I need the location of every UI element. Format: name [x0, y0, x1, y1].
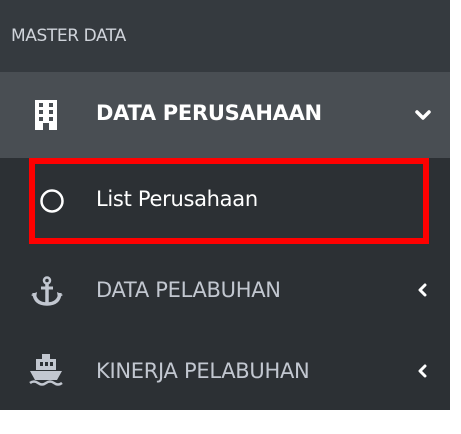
- menu-item-label: DATA PERUSAHAAN: [96, 101, 322, 125]
- ship-icon: [28, 354, 64, 386]
- menu-item-label: KINERJA PELABUHAN: [96, 359, 310, 383]
- menu-item-data-perusahaan[interactable]: DATA PERUSAHAAN: [0, 72, 450, 158]
- anchor-icon: [30, 276, 64, 306]
- sidebar-header-label: MASTER DATA: [11, 26, 126, 46]
- submenu-item-label: List Perusahaan: [96, 187, 258, 211]
- circle-outline-icon: [38, 187, 66, 215]
- menu-item-label: DATA PELABUHAN: [96, 278, 281, 302]
- sidebar: MASTER DATA DATA PERUSAHAAN List Perusah…: [0, 0, 450, 410]
- sidebar-header: MASTER DATA: [0, 0, 450, 72]
- chevron-left-icon[interactable]: [414, 280, 430, 300]
- submenu-item-list-perusahaan[interactable]: List Perusahaan: [0, 158, 450, 244]
- chevron-down-icon[interactable]: [412, 105, 434, 125]
- building-icon: [31, 99, 61, 131]
- menu-item-kinerja-pelabuhan[interactable]: KINERJA PELABUHAN: [0, 334, 450, 410]
- chevron-left-icon[interactable]: [414, 361, 430, 381]
- menu-item-data-pelabuhan[interactable]: DATA PELABUHAN: [0, 250, 450, 330]
